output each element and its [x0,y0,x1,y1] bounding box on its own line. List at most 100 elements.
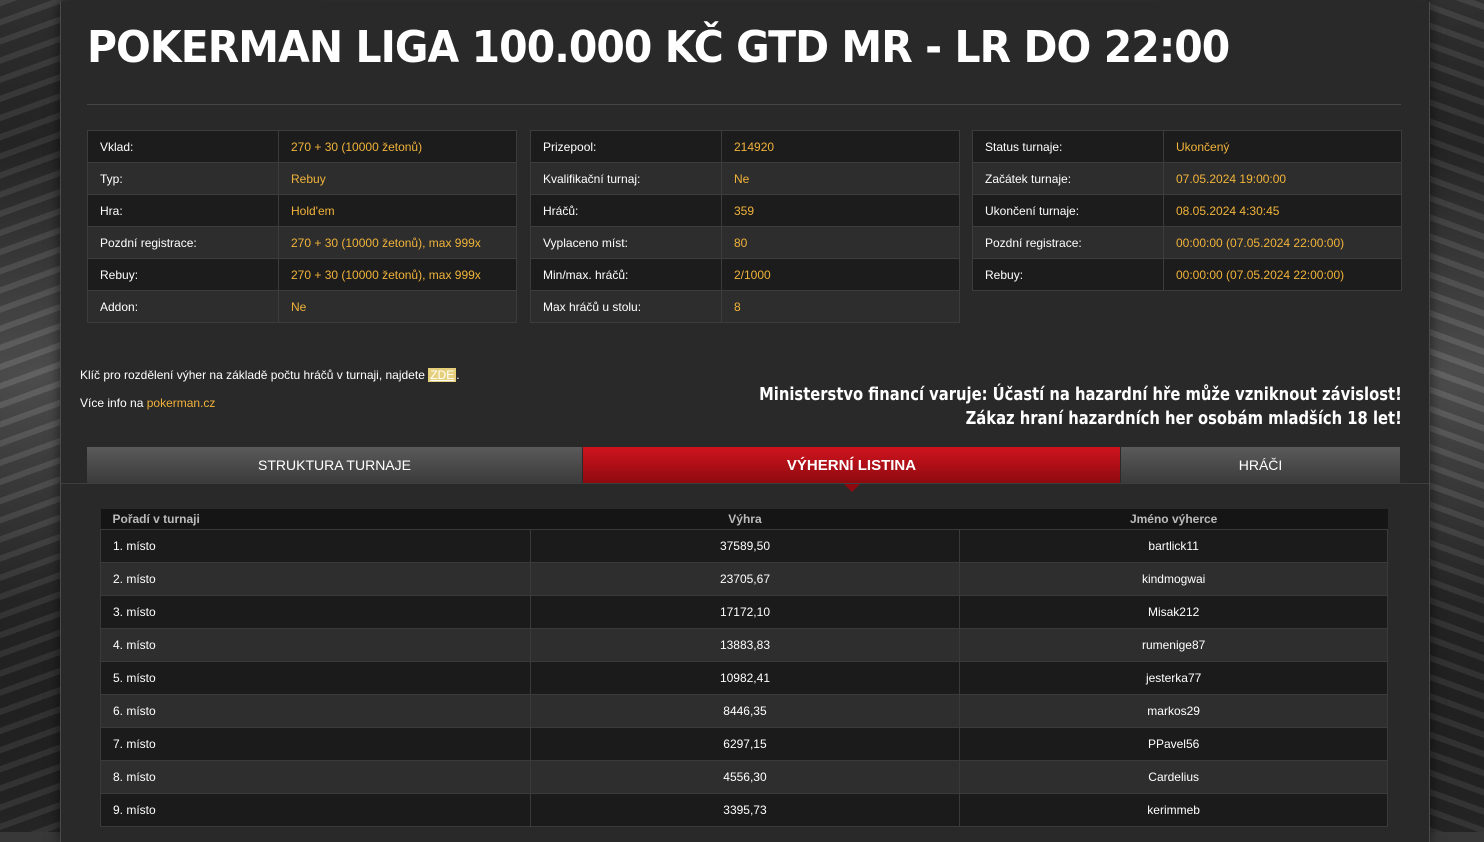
winner-rank: 9. místo [100,793,531,827]
warning-line-1: Ministerstvo financí varuje: Účastí na h… [759,384,1402,405]
info-table-left-body: Vklad: 270 + 30 (10000 žetonů) Typ: Rebuy Hr… [87,130,517,323]
winner-name: Cardelius [959,760,1388,794]
info-value: 00:00:00 (07.05.2024 22:00:00) [1163,258,1402,291]
info-table-left: Vklad: 270 + 30 (10000 žetonů) Typ: Rebuy Hr… [87,130,517,323]
title-divider [87,104,1401,105]
payout-key-note: Klíč pro rozdělení výher na základě počt… [80,368,460,382]
winner-rank: 8. místo [100,760,531,794]
tab-underline [61,483,1429,484]
info-key: Hráčů: [530,194,722,227]
info-key: Hra: [87,194,279,227]
info-key: Vyplaceno míst: [530,226,722,259]
winner-rank: 6. místo [100,694,531,728]
winner-name: PPavel56 [959,727,1388,761]
info-value: 359 [721,194,960,227]
info-row: Rebuy: 00:00:00 (07.05.2024 22:00:00) [972,258,1402,291]
info-key: Max hráčů u stolu: [530,290,722,323]
table-row: 5. místo 10982,41 jesterka77 [100,661,1388,695]
info-value: 8 [721,290,960,323]
info-table-right-body: Status turnaje: Ukončený Začátek turnaje: 0… [972,130,1402,291]
info-value: 270 + 30 (10000 žetonů) [278,130,517,163]
info-row: Ukončení turnaje: 08.05.2024 4:30:45 [972,194,1402,227]
table-row: 3. místo 17172,10 Misak212 [100,595,1388,629]
table-row: 1. místo 37589,50 bartlick11 [100,529,1388,563]
info-key: Rebuy: [87,258,279,291]
info-key: Ukončení turnaje: [972,194,1164,227]
info-value: 80 [721,226,960,259]
info-value: 08.05.2024 4:30:45 [1163,194,1402,227]
info-value: 00:00:00 (07.05.2024 22:00:00) [1163,226,1402,259]
info-key: Pozdní registrace: [972,226,1164,259]
payout-key-link[interactable]: ZDE [428,368,457,382]
table-row: 7. místo 6297,15 PPavel56 [100,727,1388,761]
winner-prize: 23705,67 [529,562,961,596]
gambling-warning: Ministerstvo financí varuje: Účastí na h… [759,383,1402,431]
winner-prize: 8446,35 [529,694,961,728]
info-value: Ukončený [1163,130,1402,163]
info-row: Rebuy: 270 + 30 (10000 žetonů), max 999x [87,258,517,291]
winner-rank: 7. místo [100,727,531,761]
winner-name: kindmogwai [959,562,1388,596]
winner-name: rumenige87 [959,628,1388,662]
info-value: Hold'em [278,194,517,227]
info-row: Hra: Hold'em [87,194,517,227]
info-key: Min/max. hráčů: [530,258,722,291]
table-row: 9. místo 3395,73 kerimmeb [100,793,1388,827]
winner-name: jesterka77 [959,661,1388,695]
info-row: Vyplaceno míst: 80 [530,226,960,259]
info-value: 270 + 30 (10000 žetonů), max 999x [278,226,517,259]
winner-name: bartlick11 [959,529,1388,563]
tab-players[interactable]: HRÁČI [1121,447,1401,483]
info-row: Pozdní registrace: 00:00:00 (07.05.2024 2… [972,226,1402,259]
info-row: Kvalifikační turnaj: Ne [530,162,960,195]
winners-header-row: Pořadí v turnaji Výhra Jméno výherce [100,509,1388,530]
tournament-panel: POKERMAN LIGA 100.000 KČ GTD MR - LR DO … [60,2,1430,842]
info-row: Začátek turnaje: 07.05.2024 19:00:00 [972,162,1402,195]
warning-line-2: Zákaz hraní hazardních her osobám mladší… [965,408,1402,429]
winners-table: Pořadí v turnaji Výhra Jméno výherce 1. … [100,509,1388,827]
info-row: Min/max. hráčů: 2/1000 [530,258,960,291]
table-row: 4. místo 13883,83 rumenige87 [100,628,1388,662]
info-row: Addon: Ne [87,290,517,323]
tab-structure[interactable]: STRUKTURA TURNAJE [87,447,583,483]
table-row: 6. místo 8446,35 markos29 [100,694,1388,728]
winner-rank: 2. místo [100,562,531,596]
payout-key-end: . [456,368,460,382]
info-row: Typ: Rebuy [87,162,517,195]
info-row: Max hráčů u stolu: 8 [530,290,960,323]
winner-rank: 4. místo [100,628,531,662]
background-casino-right [1426,0,1484,832]
winners-table-body: 1. místo 37589,50 bartlick11 2. místo 23705,… [100,529,1388,827]
info-key: Vklad: [87,130,279,163]
background-casino-left [0,0,62,832]
tab-winners[interactable]: VÝHERNÍ LISTINA [583,447,1121,492]
info-value: Rebuy [278,162,517,195]
table-row: 8. místo 4556,30 Cardelius [100,760,1388,794]
info-key: Prizepool: [530,130,722,163]
info-value: Ne [278,290,517,323]
info-key: Rebuy: [972,258,1164,291]
winner-prize: 6297,15 [529,727,961,761]
winner-rank: 5. místo [100,661,531,695]
winner-prize: 37589,50 [529,529,961,563]
info-value: Ne [721,162,960,195]
winner-prize: 3395,73 [529,793,961,827]
info-key: Kvalifikační turnaj: [530,162,722,195]
header-rank: Pořadí v turnaji [100,509,531,530]
more-info-note: Více info na pokerman.cz [80,396,215,410]
winner-name: Misak212 [959,595,1388,629]
info-key: Addon: [87,290,279,323]
info-table-middle: Prizepool: 214920 Kvalifikační turnaj: Ne Hr… [530,130,960,323]
info-row: Prizepool: 214920 [530,130,960,163]
tab-bar: STRUKTURA TURNAJE VÝHERNÍ LISTINA HRÁČI [87,447,1401,492]
info-key: Typ: [87,162,279,195]
winner-prize: 4556,30 [529,760,961,794]
header-prize: Výhra [530,509,960,530]
info-value: 2/1000 [721,258,960,291]
info-row: Status turnaje: Ukončený [972,130,1402,163]
winner-name: markos29 [959,694,1388,728]
info-value: 07.05.2024 19:00:00 [1163,162,1402,195]
info-row: Vklad: 270 + 30 (10000 žetonů) [87,130,517,163]
pokerman-link[interactable]: pokerman.cz [147,396,216,410]
table-row: 2. místo 23705,67 kindmogwai [100,562,1388,596]
